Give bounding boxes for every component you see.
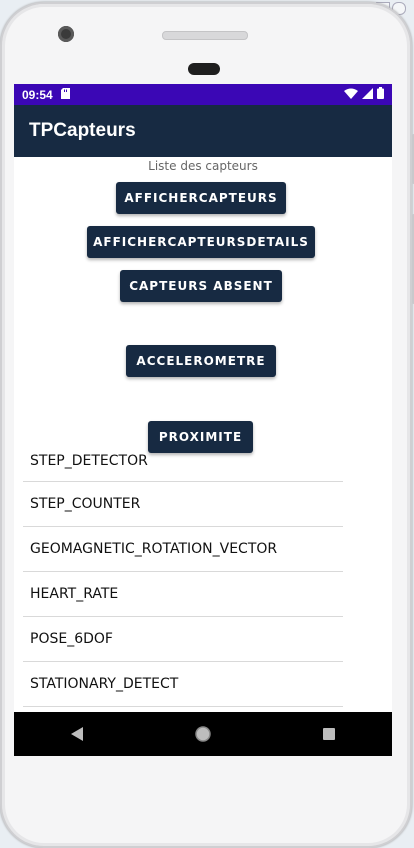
wifi-icon — [344, 88, 358, 102]
back-icon[interactable] — [57, 719, 97, 749]
top-speaker — [162, 31, 248, 40]
status-time: 09:54 — [22, 87, 53, 102]
phone-frame: 09:54 TPCapteurs STEP_DETECTOR STEP_COUN… — [0, 2, 414, 848]
afficher-capteurs-button[interactable]: AFFICHERCAPTEURS — [116, 182, 286, 214]
proximite-button[interactable]: PROXIMITE — [148, 421, 253, 453]
device-screen: 09:54 TPCapteurs STEP_DETECTOR STEP_COUN… — [14, 84, 392, 756]
app-bar: TPCapteurs — [14, 105, 392, 157]
capteurs-absent-button[interactable]: CAPTEURS ABSENT — [120, 270, 282, 302]
list-item[interactable]: STATIONARY_DETECT — [23, 662, 343, 707]
sd-card-icon — [60, 87, 70, 102]
navigation-bar — [14, 712, 392, 756]
front-camera — [58, 26, 74, 42]
list-item[interactable]: POSE_6DOF — [23, 617, 343, 662]
list-item[interactable]: STEP_COUNTER — [23, 482, 343, 527]
list-item[interactable]: GEOMAGNETIC_ROTATION_VECTOR — [23, 527, 343, 572]
signal-icon — [362, 87, 373, 102]
app-title: TPCapteurs — [29, 120, 136, 141]
main-content: STEP_DETECTOR STEP_COUNTER GEOMAGNETIC_R… — [14, 157, 392, 716]
list-item[interactable]: HEART_RATE — [23, 572, 343, 617]
afficher-capteurs-details-button[interactable]: AFFICHERCAPTEURSDETAILS — [87, 226, 315, 258]
status-bar: 09:54 — [14, 84, 392, 105]
sensor-list[interactable]: STEP_DETECTOR STEP_COUNTER GEOMAGNETIC_R… — [23, 438, 343, 707]
home-icon[interactable] — [183, 719, 223, 749]
recents-icon[interactable] — [309, 719, 349, 749]
earpiece — [188, 63, 220, 75]
sensors-caption: Liste des capteurs — [148, 159, 258, 173]
accelerometre-button[interactable]: ACCELEROMETRE — [126, 345, 276, 377]
battery-icon — [377, 87, 384, 102]
